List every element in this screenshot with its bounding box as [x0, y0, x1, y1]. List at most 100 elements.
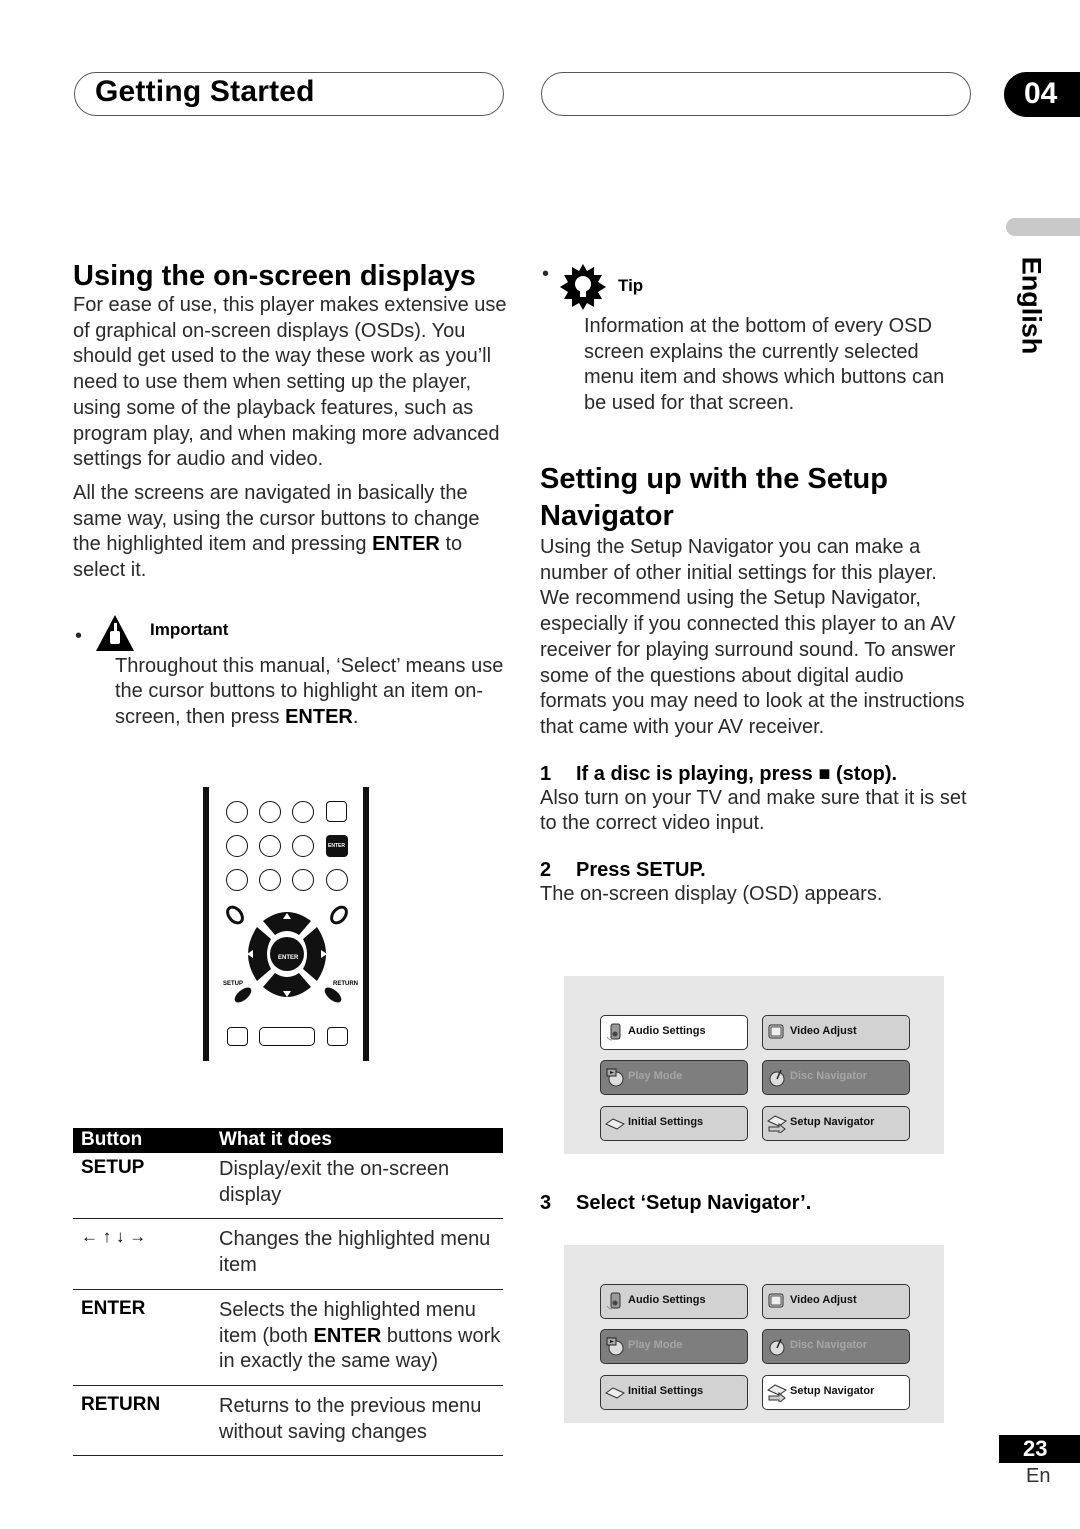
button-function-table: Button What it does SETUP Display/exit t…: [73, 1128, 503, 1457]
remote-setup-label: SETUP: [223, 981, 244, 987]
disc-play-icon: [606, 1337, 624, 1356]
table-header: Button What it does: [73, 1128, 503, 1153]
step-number: 1: [540, 762, 552, 785]
remote-button: [259, 869, 281, 891]
table-row: ← ↑ ↓ → Changes the highlighted menu ite…: [73, 1219, 503, 1290]
remote-button: [327, 1027, 348, 1046]
osd-setup-navigator[interactable]: Setup Navigator: [762, 1375, 910, 1410]
remote-button: [226, 801, 248, 823]
tip-bullet: Information at the bottom of every OSD s…: [540, 262, 970, 417]
language-tab: English: [1016, 252, 1056, 362]
initial-settings-icon: [605, 1118, 625, 1130]
osd-audio-settings[interactable]: Audio Settings: [600, 1015, 748, 1050]
section-heading-osd: Using the on-screen displays: [73, 260, 476, 292]
blank-header-pill: [541, 72, 971, 116]
remote-button: [326, 869, 348, 891]
tv-icon: [768, 1024, 784, 1039]
remote-button: [259, 801, 281, 823]
page-number: 23: [1023, 1436, 1048, 1461]
chapter-badge: 04: [1004, 72, 1080, 117]
section-title: Getting Started: [95, 75, 315, 108]
step-title: Select ‘Setup Navigator’.: [576, 1192, 812, 1214]
remote-return-label: RETURN: [333, 981, 358, 987]
step-1: 1 If a disc is playing, press ■ (stop). A…: [540, 763, 970, 837]
enter-keyword: ENTER: [372, 533, 440, 556]
column-header-button: Button: [81, 1129, 143, 1150]
remote-button: [227, 1027, 248, 1046]
button-name-arrows: ← ↑ ↓ →: [81, 1227, 147, 1247]
setup-navigator-paragraph: Using the Setup Navigator you can make a…: [540, 536, 965, 738]
osd-audio-settings[interactable]: Audio Settings: [600, 1284, 748, 1319]
osd-play-mode: Play Mode: [600, 1329, 748, 1364]
osd-initial-settings[interactable]: Initial Settings: [600, 1106, 748, 1141]
column-header-what-it-does: What it does: [219, 1129, 332, 1150]
remote-button: [259, 835, 281, 857]
button-description: Display/exit the on-screen display: [219, 1158, 450, 1206]
remote-enter-small-button: ENTER: [326, 835, 348, 857]
disc-navigator-icon: [769, 1069, 785, 1087]
osd-intro-paragraph: For ease of use, this player makes exten…: [73, 294, 507, 471]
remote-button: [292, 869, 314, 891]
osd-setup-navigator[interactable]: Setup Navigator: [762, 1106, 910, 1141]
important-note: Important Throughout this manual, ‘Selec…: [73, 614, 508, 731]
remote-edge-left: [203, 787, 209, 1061]
step-title: Press SETUP.: [576, 859, 706, 882]
page-number-badge: 23: [999, 1435, 1080, 1463]
page-language: En: [1026, 1465, 1051, 1487]
button-description: Returns to the previous menu without sav…: [219, 1394, 482, 1443]
remote-button: [326, 801, 347, 822]
osd-initial-settings[interactable]: Initial Settings: [600, 1375, 748, 1410]
language-tab-label: English: [1016, 256, 1047, 355]
chapter-number: 04: [1024, 77, 1058, 110]
step-body: The on-screen display (OSD) appears.: [540, 883, 883, 906]
button-description: Changes the highlighted menu item: [219, 1228, 491, 1277]
step-3: 3 Select ‘Setup Navigator’.: [540, 1192, 811, 1215]
remote-button: [259, 1027, 315, 1046]
osd-screen-setup-navigator-selected: Audio Settings Video Adjust Play Mode Di…: [564, 1245, 944, 1423]
remote-button: [226, 835, 248, 857]
setup-navigator-icon: [767, 1115, 787, 1133]
tv-icon: [768, 1293, 784, 1308]
osd-video-adjust[interactable]: Video Adjust: [762, 1284, 910, 1319]
osd-disc-navigator: Disc Navigator: [762, 1329, 910, 1364]
step-number: 2: [540, 859, 552, 882]
setup-key: [234, 987, 252, 1003]
left-column: Using the on-screen displays For ease of…: [73, 258, 508, 731]
section-title-pill: Getting Started: [74, 72, 504, 116]
remote-oval-left: [226, 905, 244, 925]
language-tab-marker: [1006, 218, 1080, 236]
return-key: [324, 987, 342, 1003]
osd-play-mode: Play Mode: [600, 1060, 748, 1095]
remote-oval-right: [330, 905, 348, 925]
remote-button: [292, 835, 314, 857]
initial-settings-icon: [605, 1387, 625, 1399]
button-name: ENTER: [81, 1297, 146, 1319]
osd-screen-main-menu: Audio Settings Video Adjust Play Mode Di…: [564, 976, 944, 1154]
step-number: 3: [540, 1192, 552, 1214]
remote-edge-right: [363, 787, 369, 1061]
button-description: Selects the highlighted menu item (both …: [219, 1298, 501, 1373]
osd-navigation-paragraph: All the screens are navigated in basical…: [73, 481, 480, 582]
remote-button: [226, 869, 248, 891]
step-2: 2 Press SETUP. The on-screen display (OSD…: [540, 859, 970, 908]
osd-video-adjust[interactable]: Video Adjust: [762, 1015, 910, 1050]
enter-center-key: [270, 937, 304, 971]
tip-note: Tip Information at the bottom of every O…: [540, 262, 970, 417]
disc-play-icon: [606, 1068, 624, 1087]
button-name: RETURN: [81, 1393, 161, 1415]
important-bullet: Throughout this manual, ‘Select’ means u…: [73, 624, 508, 731]
table-row: ENTER Selects the highlighted menu item …: [73, 1290, 503, 1386]
step-body: Also turn on your TV and make sure that …: [540, 786, 967, 835]
button-name: SETUP: [81, 1157, 145, 1178]
step-title: If a disc is playing, press ■ (stop).: [576, 762, 898, 785]
osd-disc-navigator: Disc Navigator: [762, 1060, 910, 1095]
remote-enter-center-label: ENTER: [278, 955, 299, 961]
section-heading-setup-navigator: Setting up with the Setup Navigator: [540, 463, 888, 532]
setup-navigator-section: Setting up with the Setup Navigator Usin…: [540, 461, 970, 908]
remote-button: [292, 801, 314, 823]
table-row: SETUP Display/exit the on-screen display: [73, 1153, 503, 1220]
speaker-icon: [606, 1023, 621, 1041]
speaker-icon: [606, 1292, 621, 1310]
setup-navigator-icon: [767, 1384, 787, 1402]
disc-navigator-icon: [769, 1338, 785, 1356]
